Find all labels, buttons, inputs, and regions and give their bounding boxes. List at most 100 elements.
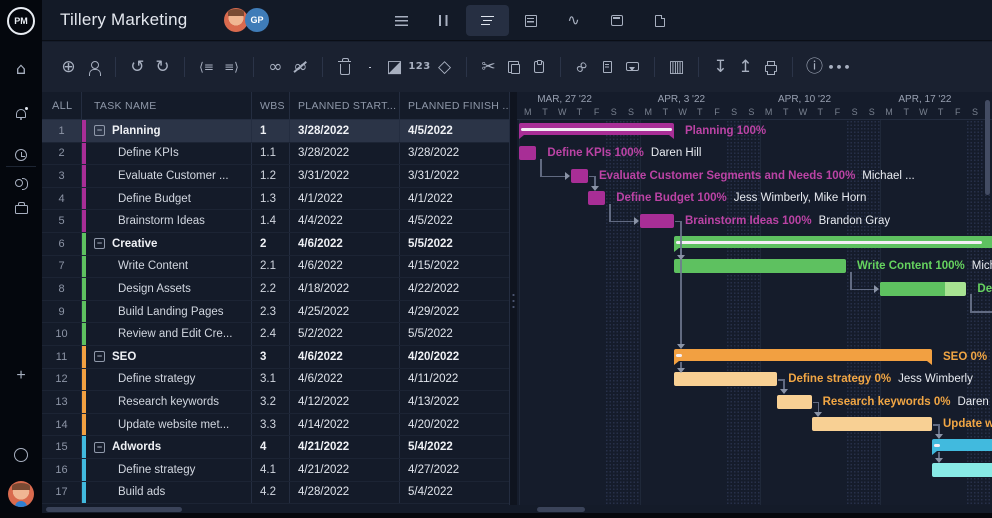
task-name-cell[interactable]: Review and Edit Cre... <box>86 323 252 345</box>
more-button[interactable]: ••• <box>827 55 852 80</box>
planned-finish-cell[interactable]: 5/5/2022 <box>400 323 509 345</box>
table-row[interactable]: 9Build Landing Pages2.34/25/20224/29/202… <box>42 301 509 324</box>
wbs-cell[interactable]: 2.4 <box>252 323 290 345</box>
wbs-cell[interactable]: 4.2 <box>252 482 290 504</box>
planned-finish-cell[interactable]: 3/31/2022 <box>400 165 509 187</box>
planned-finish-cell[interactable]: 5/4/2022 <box>400 436 509 458</box>
planned-finish-cell[interactable]: 4/20/2022 <box>400 414 509 436</box>
task-name-cell[interactable]: Build ads <box>86 482 252 504</box>
wbs-cell[interactable]: 2.2 <box>252 278 290 300</box>
assign-user-button[interactable] <box>81 55 106 80</box>
planned-start-cell[interactable]: 3/31/2022 <box>290 165 400 187</box>
wbs-cell[interactable]: 2 <box>252 233 290 255</box>
indent-button[interactable]: ≡⟩ <box>219 55 244 80</box>
table-row[interactable]: 5Brainstorm Ideas1.44/4/20224/5/2022 <box>42 210 509 233</box>
table-row[interactable]: 11−SEO34/6/20224/20/2022 <box>42 346 509 369</box>
planned-finish-cell[interactable]: 4/5/2022 <box>400 120 509 142</box>
export-button[interactable]: ↥ <box>733 55 758 80</box>
planned-start-cell[interactable]: 5/2/2022 <box>290 323 400 345</box>
redo-button[interactable]: ↻ <box>150 55 175 80</box>
task-name-cell[interactable]: Define KPIs <box>86 143 252 165</box>
gantt-summary-bar[interactable] <box>519 123 674 135</box>
task-name-cell[interactable]: Update website met... <box>86 414 252 436</box>
collapse-icon[interactable]: − <box>94 238 105 249</box>
table-row[interactable]: 17Build ads4.24/28/20225/4/2022 <box>42 482 509 505</box>
task-name-cell[interactable]: Define strategy <box>86 369 252 391</box>
wbs-cell[interactable]: 2.3 <box>252 301 290 323</box>
gantt-horizontal-scrollbar[interactable] <box>537 507 585 512</box>
number-format-button[interactable]: 123 <box>407 55 432 80</box>
unlink-tasks-button[interactable]: ∞ <box>288 55 313 80</box>
print-button[interactable] <box>758 55 783 80</box>
tab-list[interactable] <box>380 5 423 36</box>
planned-start-cell[interactable]: 4/4/2022 <box>290 210 400 232</box>
planned-start-cell[interactable]: 4/21/2022 <box>290 436 400 458</box>
collapse-icon[interactable]: − <box>94 125 105 136</box>
tab-calendar[interactable] <box>595 5 638 36</box>
wbs-cell[interactable]: 3.2 <box>252 391 290 413</box>
planned-finish-cell[interactable]: 4/29/2022 <box>400 301 509 323</box>
planned-start-cell[interactable]: 4/21/2022 <box>290 459 400 481</box>
wbs-cell[interactable]: 1 <box>252 120 290 142</box>
gantt-task-bar[interactable] <box>674 372 777 386</box>
planned-finish-cell[interactable]: 4/13/2022 <box>400 391 509 413</box>
gantt-task-bar[interactable] <box>932 463 992 477</box>
tab-gantt[interactable] <box>466 5 509 36</box>
gantt-task-bar[interactable] <box>519 146 536 160</box>
gantt-task-bar[interactable] <box>674 259 846 273</box>
sidebar-user-avatar[interactable] <box>8 481 34 507</box>
planned-start-cell[interactable]: 4/6/2022 <box>290 256 400 278</box>
wbs-cell[interactable]: 1.1 <box>252 143 290 165</box>
table-row[interactable]: 8Design Assets2.24/18/20224/22/2022 <box>42 278 509 301</box>
task-name-cell[interactable]: Build Landing Pages <box>86 301 252 323</box>
project-title[interactable]: Tillery Marketing <box>60 10 187 30</box>
pm-logo[interactable]: PM <box>7 7 35 35</box>
planned-finish-cell[interactable]: 4/5/2022 <box>400 210 509 232</box>
import-button[interactable]: ↧ <box>708 55 733 80</box>
wbs-cell[interactable]: 1.4 <box>252 210 290 232</box>
task-name-cell[interactable]: Research keywords <box>86 391 252 413</box>
delete-button[interactable] <box>332 55 357 80</box>
planned-start-cell[interactable]: 4/6/2022 <box>290 369 400 391</box>
gantt-task-bar[interactable] <box>880 282 966 296</box>
member-avatar-initials[interactable]: GP <box>245 8 269 32</box>
columns-button[interactable]: ▥ <box>664 55 689 80</box>
planned-start-cell[interactable]: 4/25/2022 <box>290 301 400 323</box>
planned-start-cell[interactable]: 3/28/2022 <box>290 143 400 165</box>
wbs-cell[interactable]: 1.3 <box>252 188 290 210</box>
task-name-cell[interactable]: −SEO <box>86 346 252 368</box>
fill-color-button[interactable]: ◪ <box>382 55 407 80</box>
planned-start-cell[interactable]: 4/18/2022 <box>290 278 400 300</box>
gantt-task-bar[interactable] <box>640 214 674 228</box>
wbs-cell[interactable]: 3 <box>252 346 290 368</box>
wbs-cell[interactable]: 3.1 <box>252 369 290 391</box>
planned-finish-cell[interactable]: 4/22/2022 <box>400 278 509 300</box>
gantt-task-bar[interactable] <box>812 417 932 431</box>
planned-start-cell[interactable]: 4/6/2022 <box>290 346 400 368</box>
table-row[interactable]: 15−Adwords44/21/20225/4/2022 <box>42 436 509 459</box>
sidebar-item-add[interactable]: + <box>0 364 42 388</box>
column-header-all[interactable]: ALL <box>42 92 82 119</box>
attachment-button[interactable]: ∞ <box>570 55 595 80</box>
planned-start-cell[interactable]: 3/28/2022 <box>290 120 400 142</box>
outdent-button[interactable]: ⟨≡ <box>194 55 219 80</box>
sidebar-item-help[interactable] <box>0 443 42 467</box>
info-button[interactable]: ⓘ <box>802 55 827 80</box>
table-row[interactable]: 1−Planning13/28/20224/5/2022 <box>42 120 509 143</box>
wbs-cell[interactable]: 4 <box>252 436 290 458</box>
task-name-cell[interactable]: Evaluate Customer ... <box>86 165 252 187</box>
table-row[interactable]: 16Define strategy4.14/21/20224/27/2022 <box>42 459 509 482</box>
table-horizontal-scrollbar[interactable] <box>46 507 182 512</box>
tab-activity[interactable]: ∿ <box>552 5 595 36</box>
task-name-cell[interactable]: −Creative <box>86 233 252 255</box>
wbs-cell[interactable]: 3.3 <box>252 414 290 436</box>
planned-finish-cell[interactable]: 4/15/2022 <box>400 256 509 278</box>
sidebar-item-notifications[interactable] <box>0 101 42 125</box>
table-row[interactable]: 13Research keywords3.24/12/20224/13/2022 <box>42 391 509 414</box>
gantt-task-bar[interactable] <box>588 191 605 205</box>
wbs-cell[interactable]: 4.1 <box>252 459 290 481</box>
table-row[interactable]: 2Define KPIs1.13/28/20223/28/2022 <box>42 143 509 166</box>
planned-finish-cell[interactable]: 4/1/2022 <box>400 188 509 210</box>
comment-button[interactable] <box>620 55 645 80</box>
column-header-planned-start[interactable]: PLANNED START... <box>290 92 400 119</box>
